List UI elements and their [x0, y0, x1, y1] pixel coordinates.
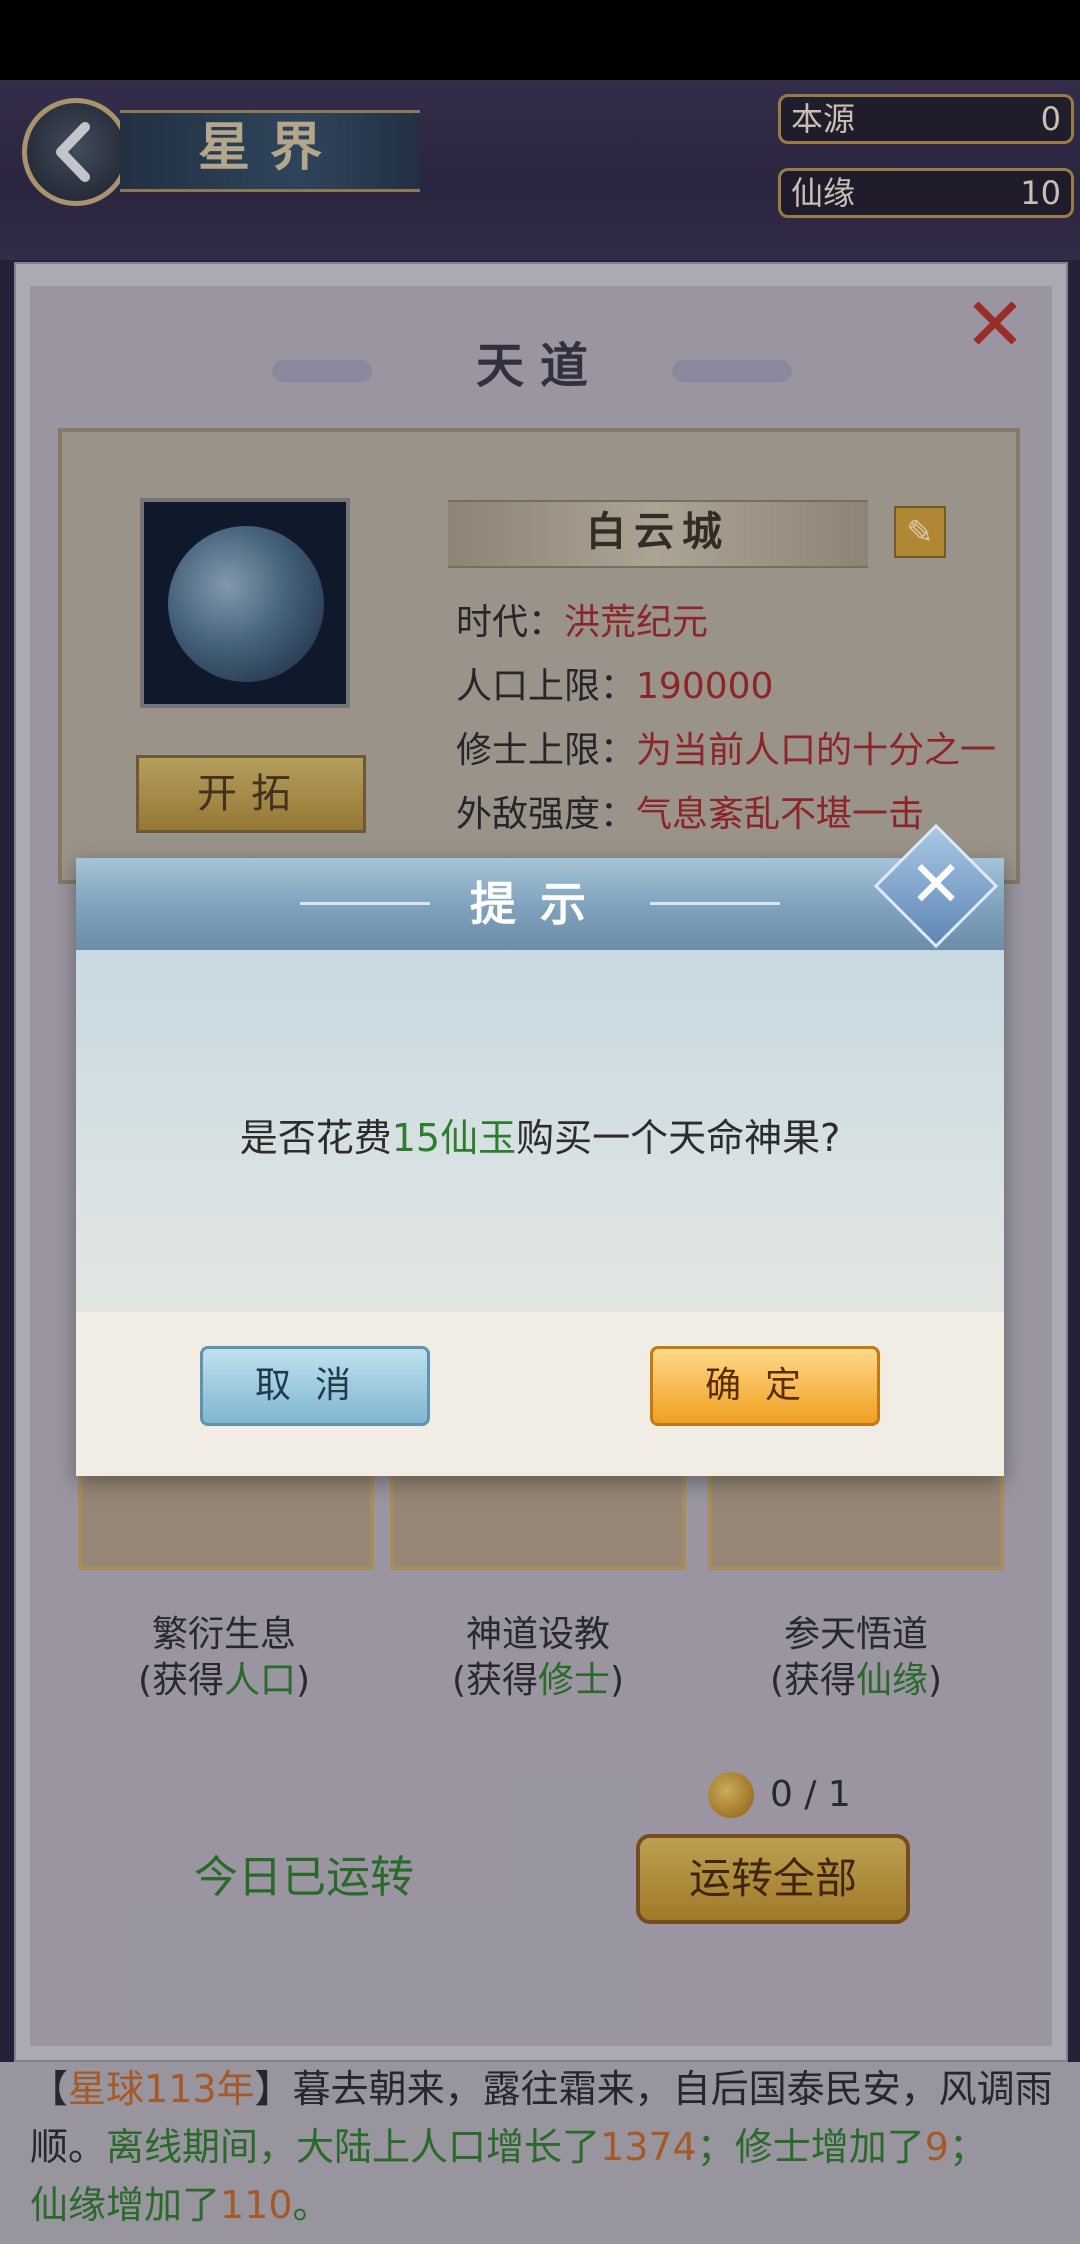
status-bar — [0, 0, 1080, 80]
cancel-button[interactable]: 取消 — [200, 1346, 430, 1426]
close-icon[interactable]: ✕ — [892, 842, 980, 930]
confirm-button[interactable]: 确定 — [650, 1346, 880, 1426]
dialog-message: 是否花费15仙玉购买一个天命神果? — [239, 1116, 841, 1160]
dialog-title: 提示 — [470, 877, 610, 931]
